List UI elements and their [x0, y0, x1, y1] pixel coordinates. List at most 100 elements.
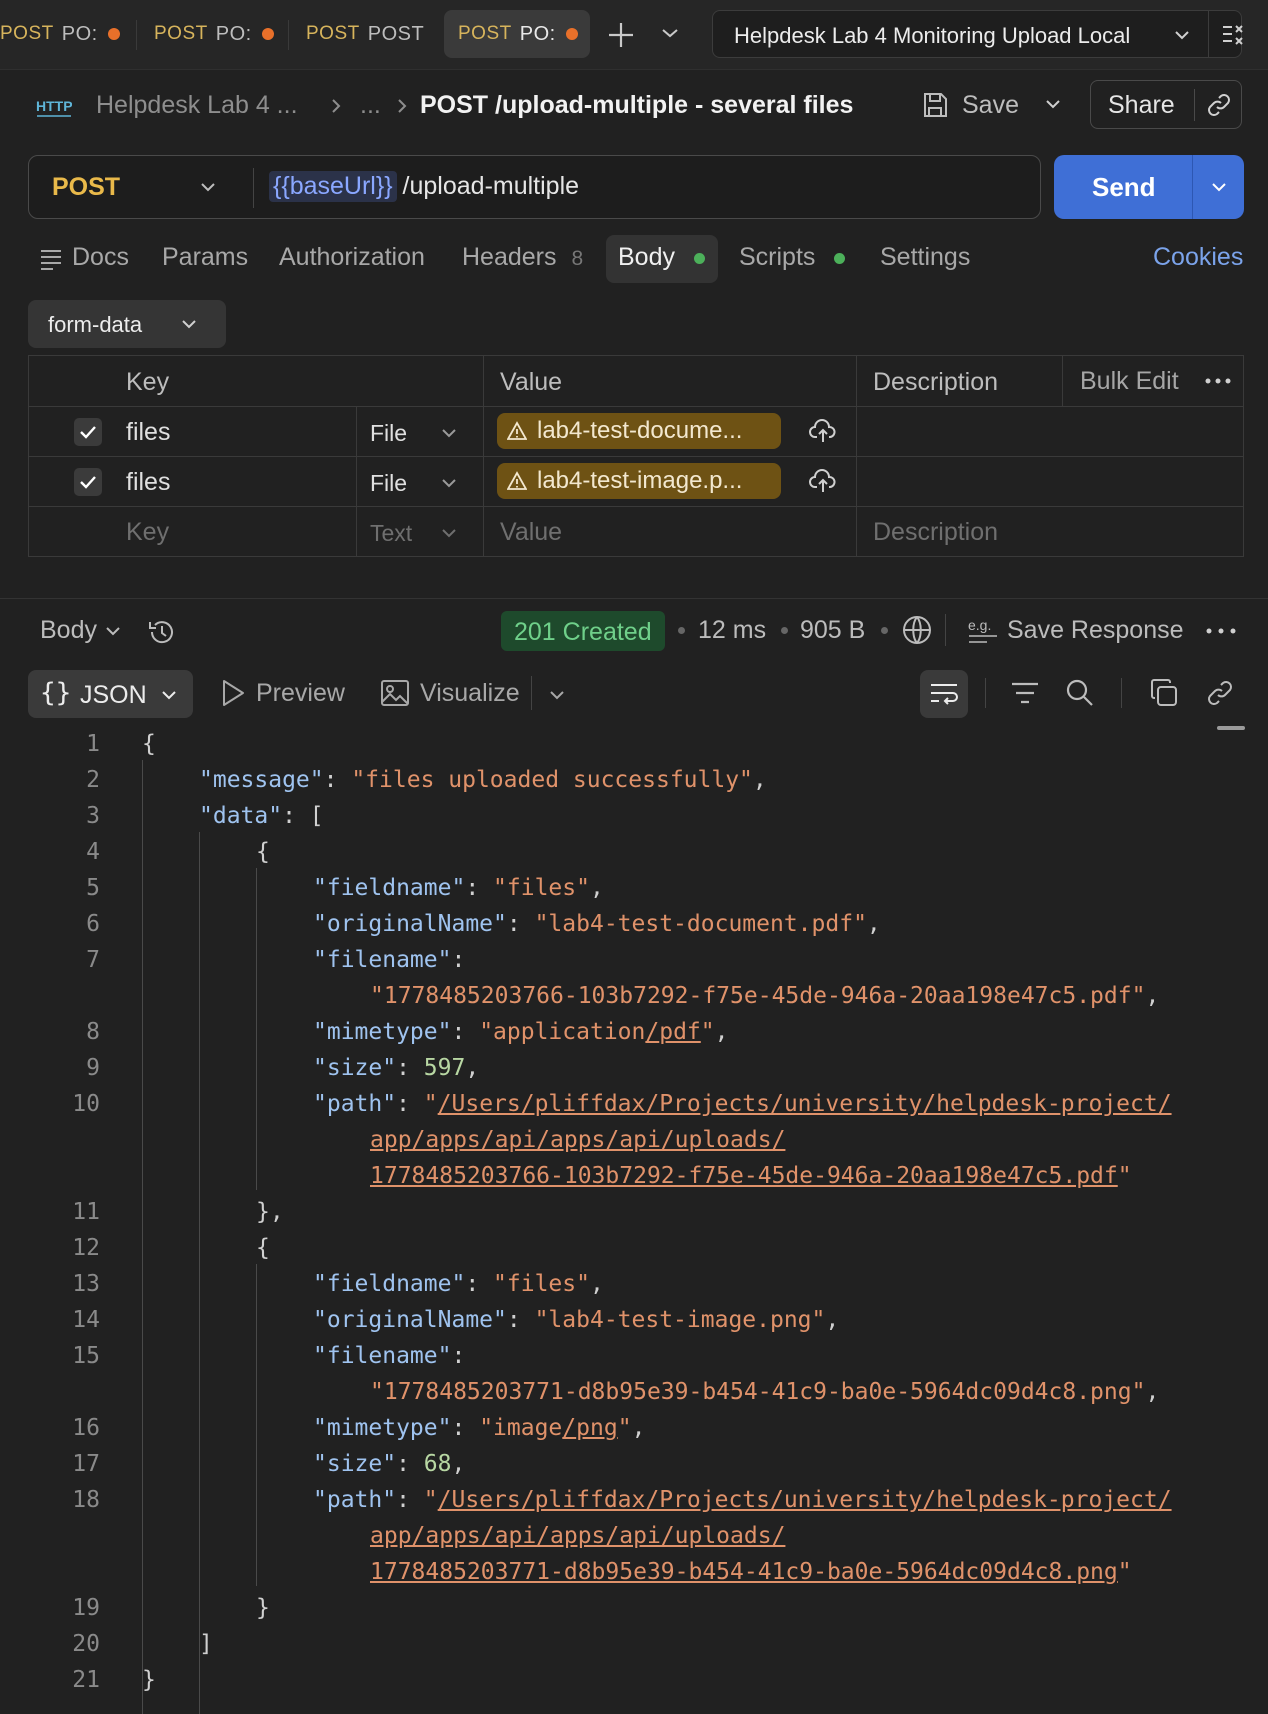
- url-input[interactable]: {{baseUrl}} /upload-multiple: [269, 171, 579, 202]
- line-number: 11: [72, 1199, 100, 1225]
- request-tab[interactable]: POST POST: [306, 10, 426, 58]
- history-icon[interactable]: [146, 616, 178, 648]
- more-options-icon[interactable]: [1205, 378, 1231, 384]
- row-checkbox[interactable]: [74, 418, 102, 446]
- send-divider: [1192, 155, 1193, 219]
- response-size[interactable]: 905 B: [800, 616, 865, 645]
- response-format-select[interactable]: {} JSON: [28, 670, 193, 718]
- tab-bar: POST PO: POST PO: POST POST POST PO: Hel…: [0, 0, 1268, 70]
- chevron-down-icon: [1173, 28, 1191, 42]
- json-path-link[interactable]: /Users/pliffdax/Projects/university/help…: [438, 1091, 1172, 1117]
- send-button[interactable]: Send: [1054, 155, 1244, 219]
- tab-docs[interactable]: Docs: [72, 243, 129, 272]
- json-string-link[interactable]: png: [576, 1415, 618, 1441]
- code-line: "size": 68,: [313, 1451, 466, 1477]
- search-icon[interactable]: [1065, 678, 1095, 708]
- code-line: },: [256, 1199, 284, 1225]
- tab-headers[interactable]: Headers 8: [462, 243, 583, 272]
- url-variable[interactable]: {{baseUrl}}: [269, 171, 397, 202]
- status-badge[interactable]: 201 Created: [501, 611, 665, 651]
- tab-params[interactable]: Params: [162, 243, 248, 272]
- breadcrumb-ellipsis[interactable]: ...: [360, 91, 381, 120]
- method-select-label[interactable]: POST: [52, 173, 120, 202]
- row-type-select[interactable]: File: [370, 420, 407, 447]
- json-string-link[interactable]: pdf: [659, 1019, 701, 1045]
- send-options-chevron-icon[interactable]: [1210, 180, 1228, 194]
- response-time[interactable]: 12 ms: [698, 616, 766, 645]
- toolbar-divider: [985, 678, 986, 708]
- wrap-lines-button[interactable]: [920, 670, 968, 718]
- upload-icon[interactable]: [809, 468, 837, 494]
- json-response-viewer[interactable]: 1 2 3 4 5 6 7 8 9 10 11 12 13 14 15 16 1…: [0, 724, 1268, 1714]
- svg-text:e.g.: e.g.: [968, 617, 991, 633]
- line-number: 4: [86, 839, 100, 865]
- pane-divider[interactable]: [0, 598, 1268, 599]
- cookies-link[interactable]: Cookies: [1153, 243, 1243, 272]
- environment-quicklook-icon[interactable]: [1221, 23, 1245, 47]
- visualize-button[interactable]: Visualize: [380, 678, 520, 708]
- upload-icon[interactable]: [809, 418, 837, 444]
- breadcrumb-chevron-icon: [330, 97, 342, 115]
- line-number: 19: [72, 1595, 100, 1621]
- more-options-icon[interactable]: [1206, 628, 1236, 634]
- new-key-input[interactable]: Key: [126, 518, 169, 547]
- json-path-link[interactable]: 1778485203771-d8b95e39-b454-41c9-ba0e-59…: [370, 1559, 1118, 1585]
- row-checkbox[interactable]: [74, 468, 102, 496]
- tab-settings[interactable]: Settings: [880, 243, 970, 272]
- tab-body[interactable]: Body: [618, 243, 705, 272]
- body-mode-select[interactable]: form-data: [28, 300, 226, 348]
- json-key: "path": [313, 1091, 397, 1117]
- file-chip[interactable]: lab4-test-docume...: [497, 413, 781, 449]
- tab-title: PO:: [519, 22, 556, 45]
- row-type-select[interactable]: File: [370, 470, 407, 497]
- environment-label: Helpdesk Lab 4 Monitoring Upload Local: [734, 23, 1131, 48]
- save-button[interactable]: Save: [920, 87, 1019, 123]
- new-type-select[interactable]: Text: [370, 520, 412, 547]
- line-number: 14: [72, 1307, 100, 1333]
- new-value-input[interactable]: Value: [500, 518, 562, 547]
- file-name: lab4-test-image.p...: [537, 467, 743, 494]
- row-key[interactable]: files: [126, 418, 170, 447]
- request-tab[interactable]: POST PO:: [0, 10, 122, 58]
- save-options-chevron-icon[interactable]: [1044, 97, 1062, 111]
- request-tab[interactable]: POST PO:: [154, 10, 274, 58]
- method-chevron-down-icon[interactable]: [199, 180, 217, 194]
- body-mode-label: form-data: [48, 312, 143, 337]
- copy-icon[interactable]: [1149, 678, 1179, 708]
- request-tab-active[interactable]: POST PO:: [444, 10, 590, 58]
- request-title[interactable]: POST /upload-multiple - several files: [420, 91, 853, 120]
- new-tab-icon[interactable]: [606, 20, 636, 50]
- filter-icon[interactable]: [1010, 680, 1040, 706]
- line-number: 12: [72, 1235, 100, 1261]
- file-chip[interactable]: lab4-test-image.p...: [497, 463, 781, 499]
- visualize-chevron-down-icon[interactable]: [548, 688, 566, 702]
- copy-link-icon[interactable]: [1205, 91, 1233, 119]
- tab-scripts[interactable]: Scripts: [739, 243, 846, 272]
- check-icon: [80, 426, 96, 439]
- link-icon[interactable]: [1205, 678, 1235, 708]
- code-line: "1778485203766-103b7292-f75e-45de-946a-2…: [370, 983, 1160, 1009]
- save-response-button[interactable]: Save Response: [1007, 616, 1184, 645]
- json-key: "filename": [313, 1343, 452, 1369]
- preview-button[interactable]: Preview: [220, 678, 345, 708]
- new-description-input[interactable]: Description: [873, 518, 998, 547]
- json-path-link[interactable]: app/apps/api/apps/api/uploads/: [370, 1523, 785, 1549]
- chevron-down-icon: [441, 527, 457, 539]
- json-string: "1778485203771-d8b95e39-b454-41c9-ba0e-5…: [370, 1379, 1146, 1405]
- tab-authorization[interactable]: Authorization: [279, 243, 425, 272]
- json-string: image: [493, 1415, 563, 1441]
- breadcrumb-collection[interactable]: Helpdesk Lab 4 ...: [96, 91, 298, 120]
- indent-guide: [256, 868, 257, 1190]
- row-key[interactable]: files: [126, 468, 170, 497]
- json-path-link[interactable]: /Users/pliffdax/Projects/university/help…: [438, 1487, 1172, 1513]
- json-path-link[interactable]: 1778485203766-103b7292-f75e-45de-946a-20…: [370, 1163, 1118, 1189]
- bulk-edit-button[interactable]: Bulk Edit: [1080, 367, 1179, 396]
- code-line: "originalName": "lab4-test-document.pdf"…: [313, 911, 881, 937]
- json-path-link[interactable]: app/apps/api/apps/api/uploads/: [370, 1127, 785, 1153]
- json-key: "originalName": [313, 911, 507, 937]
- share-button[interactable]: Share: [1090, 80, 1242, 129]
- environment-select[interactable]: Helpdesk Lab 4 Monitoring Upload Local: [712, 10, 1245, 58]
- tabs-chevron-down-icon[interactable]: [660, 26, 680, 40]
- globe-icon[interactable]: [901, 614, 933, 646]
- response-view-select[interactable]: Body: [40, 616, 121, 645]
